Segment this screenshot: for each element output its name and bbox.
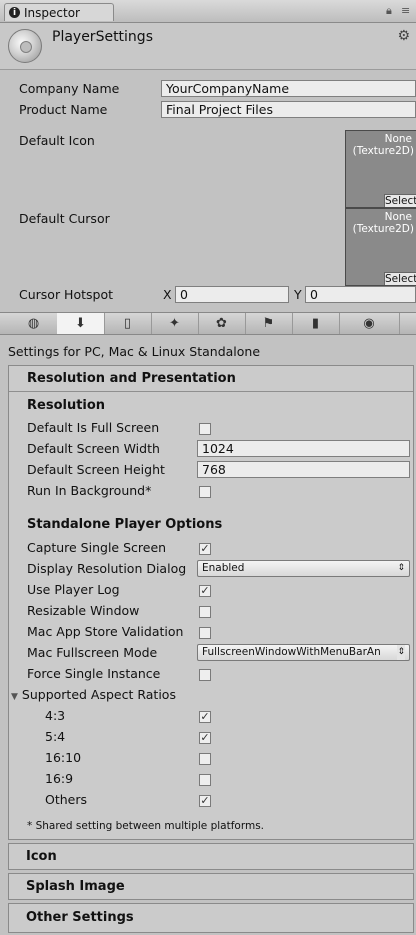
resolution-presentation-header[interactable]: Resolution and Presentation: [12, 371, 236, 386]
inspector-tab[interactable]: i Inspector: [4, 3, 114, 21]
run-in-background-checkbox[interactable]: [199, 486, 211, 498]
platform-tab-blackberry[interactable]: ✿: [198, 313, 246, 334]
lock-icon[interactable]: 🔒︎: [386, 4, 392, 18]
platform-tab-windows-phone[interactable]: ▮: [292, 313, 340, 334]
page-title: PlayerSettings: [52, 29, 153, 45]
android-icon: ✦: [169, 316, 180, 331]
section-divider: [9, 391, 413, 392]
resizable-window-checkbox[interactable]: [199, 606, 211, 618]
cursor-hotspot-y-field[interactable]: 0: [305, 286, 416, 303]
default-cursor-label: Default Cursor: [19, 211, 110, 226]
default-icon-none-text: None: [384, 133, 412, 145]
capture-single-screen-label: Capture Single Screen: [27, 540, 167, 555]
resolution-heading: Resolution: [27, 398, 106, 413]
info-icon: i: [9, 7, 20, 18]
platform-tab-console[interactable]: ◉: [339, 313, 400, 334]
default-cursor-texture-slot[interactable]: None (Texture2D) Select: [345, 208, 416, 286]
default-height-label: Default Screen Height: [27, 462, 165, 477]
aspect-5-4-checkbox[interactable]: ✓: [199, 732, 211, 744]
shared-setting-footnote: * Shared setting between multiple platfo…: [27, 820, 265, 832]
default-full-screen-checkbox[interactable]: [199, 423, 211, 435]
splash-image-section-header: Splash Image: [26, 879, 125, 894]
default-width-field[interactable]: 1024: [197, 440, 410, 457]
other-settings-section-header: Other Settings: [26, 910, 134, 925]
mac-fullscreen-mode-value: FullscreenWindowWithMenuBarAn: [202, 646, 381, 658]
dropdown-arrows-icon: ⇕: [397, 645, 405, 660]
settings-for-label: Settings for PC, Mac & Linux Standalone: [8, 344, 261, 359]
display-resolution-dialog-value: Enabled: [202, 562, 245, 574]
other-settings-section[interactable]: Other Settings: [8, 903, 414, 933]
cursor-hotspot-y-label: Y: [294, 287, 302, 302]
platform-tab-bar: ◍ ⬇ ▯ ✦ ✿ ⚑ ▮ ◉: [0, 312, 416, 335]
splash-image-section[interactable]: Splash Image: [8, 873, 414, 900]
platform-tab-ios[interactable]: ▯: [104, 313, 152, 334]
aspect-4-3-checkbox[interactable]: ✓: [199, 711, 211, 723]
display-resolution-dialog-dropdown[interactable]: Enabled ⇕: [197, 560, 410, 577]
aspect-others-checkbox[interactable]: ✓: [199, 795, 211, 807]
default-width-label: Default Screen Width: [27, 441, 160, 456]
tab-menu-icon[interactable]: ≡: [401, 4, 410, 17]
mac-app-store-validation-label: Mac App Store Validation: [27, 624, 184, 639]
dropdown-arrows-icon: ⇕: [397, 563, 405, 573]
foldout-expanded-icon: ▼: [11, 692, 18, 702]
product-name-label: Product Name: [19, 102, 108, 117]
aspect-16-10-label: 16:10: [45, 750, 82, 765]
capture-single-screen-checkbox[interactable]: ✓: [199, 543, 211, 555]
cursor-hotspot-x-field[interactable]: 0: [175, 286, 289, 303]
aspect-4-3-label: 4:3: [45, 708, 66, 723]
cursor-hotspot-x-label: X: [163, 287, 172, 302]
standalone-download-icon: ⬇: [75, 316, 86, 331]
force-single-instance-label: Force Single Instance: [27, 666, 161, 681]
aspect-others-label: Others: [45, 792, 88, 807]
default-icon-texture-slot[interactable]: None (Texture2D) Select: [345, 130, 416, 208]
supported-aspect-ratios-foldout[interactable]: ▼ Supported Aspect Ratios: [11, 687, 176, 702]
run-in-background-label: Run In Background*: [27, 483, 152, 498]
windows-phone-icon: ▮: [311, 316, 320, 331]
icon-section[interactable]: Icon: [8, 843, 414, 870]
aspect-5-4-label: 5:4: [45, 729, 66, 744]
mac-fullscreen-mode-label: Mac Fullscreen Mode: [27, 645, 158, 660]
use-player-log-label: Use Player Log: [27, 582, 120, 597]
default-icon-label: Default Icon: [19, 133, 95, 148]
standalone-player-options-heading: Standalone Player Options: [27, 517, 223, 532]
default-full-screen-label: Default Is Full Screen: [27, 420, 160, 435]
console-icon: ◉: [363, 316, 375, 331]
settings-gear-icon[interactable]: ⚙: [397, 28, 410, 44]
mac-app-store-validation-checkbox[interactable]: [199, 627, 211, 639]
resizable-window-label: Resizable Window: [27, 603, 140, 618]
aspect-16-9-label: 16:9: [45, 771, 74, 786]
default-icon-type-text: (Texture2D): [352, 145, 414, 157]
default-cursor-none-text: None: [384, 211, 412, 223]
aspect-16-9-checkbox[interactable]: [199, 774, 211, 786]
cursor-hotspot-label: Cursor Hotspot: [19, 287, 114, 302]
company-name-field[interactable]: YourCompanyName: [161, 80, 416, 97]
windows-store-icon: ⚑: [262, 316, 275, 331]
ios-icon: ▯: [123, 316, 132, 331]
aspect-16-10-checkbox[interactable]: [199, 753, 211, 765]
inspector-tab-bar: i Inspector 🔒︎ ≡: [0, 0, 416, 23]
default-cursor-type-text: (Texture2D): [352, 223, 414, 235]
platform-tab-android[interactable]: ✦: [151, 313, 199, 334]
product-name-field[interactable]: Final Project Files: [161, 101, 416, 118]
web-player-icon: ◍: [27, 316, 40, 331]
icon-section-header: Icon: [26, 849, 57, 864]
player-settings-icon: [8, 29, 42, 63]
supported-aspect-ratios-label: Supported Aspect Ratios: [21, 687, 176, 702]
default-cursor-select-button[interactable]: Select: [384, 272, 416, 285]
company-name-label: Company Name: [19, 81, 120, 96]
platform-tab-windows-store[interactable]: ⚑: [245, 313, 293, 334]
default-icon-select-button[interactable]: Select: [384, 194, 416, 207]
platform-tab-standalone[interactable]: ⬇: [57, 313, 105, 334]
default-height-field[interactable]: 768: [197, 461, 410, 478]
use-player-log-checkbox[interactable]: ✓: [199, 585, 211, 597]
display-resolution-dialog-label: Display Resolution Dialog: [27, 561, 187, 576]
inspector-tab-label: Inspector: [24, 5, 80, 20]
mac-fullscreen-mode-dropdown[interactable]: FullscreenWindowWithMenuBarAn ⇕: [197, 644, 410, 661]
blackberry-icon: ✿: [216, 316, 227, 331]
inspector-header: PlayerSettings ⚙: [0, 23, 416, 70]
force-single-instance-checkbox[interactable]: [199, 669, 211, 681]
platform-tab-web[interactable]: ◍: [10, 313, 58, 334]
